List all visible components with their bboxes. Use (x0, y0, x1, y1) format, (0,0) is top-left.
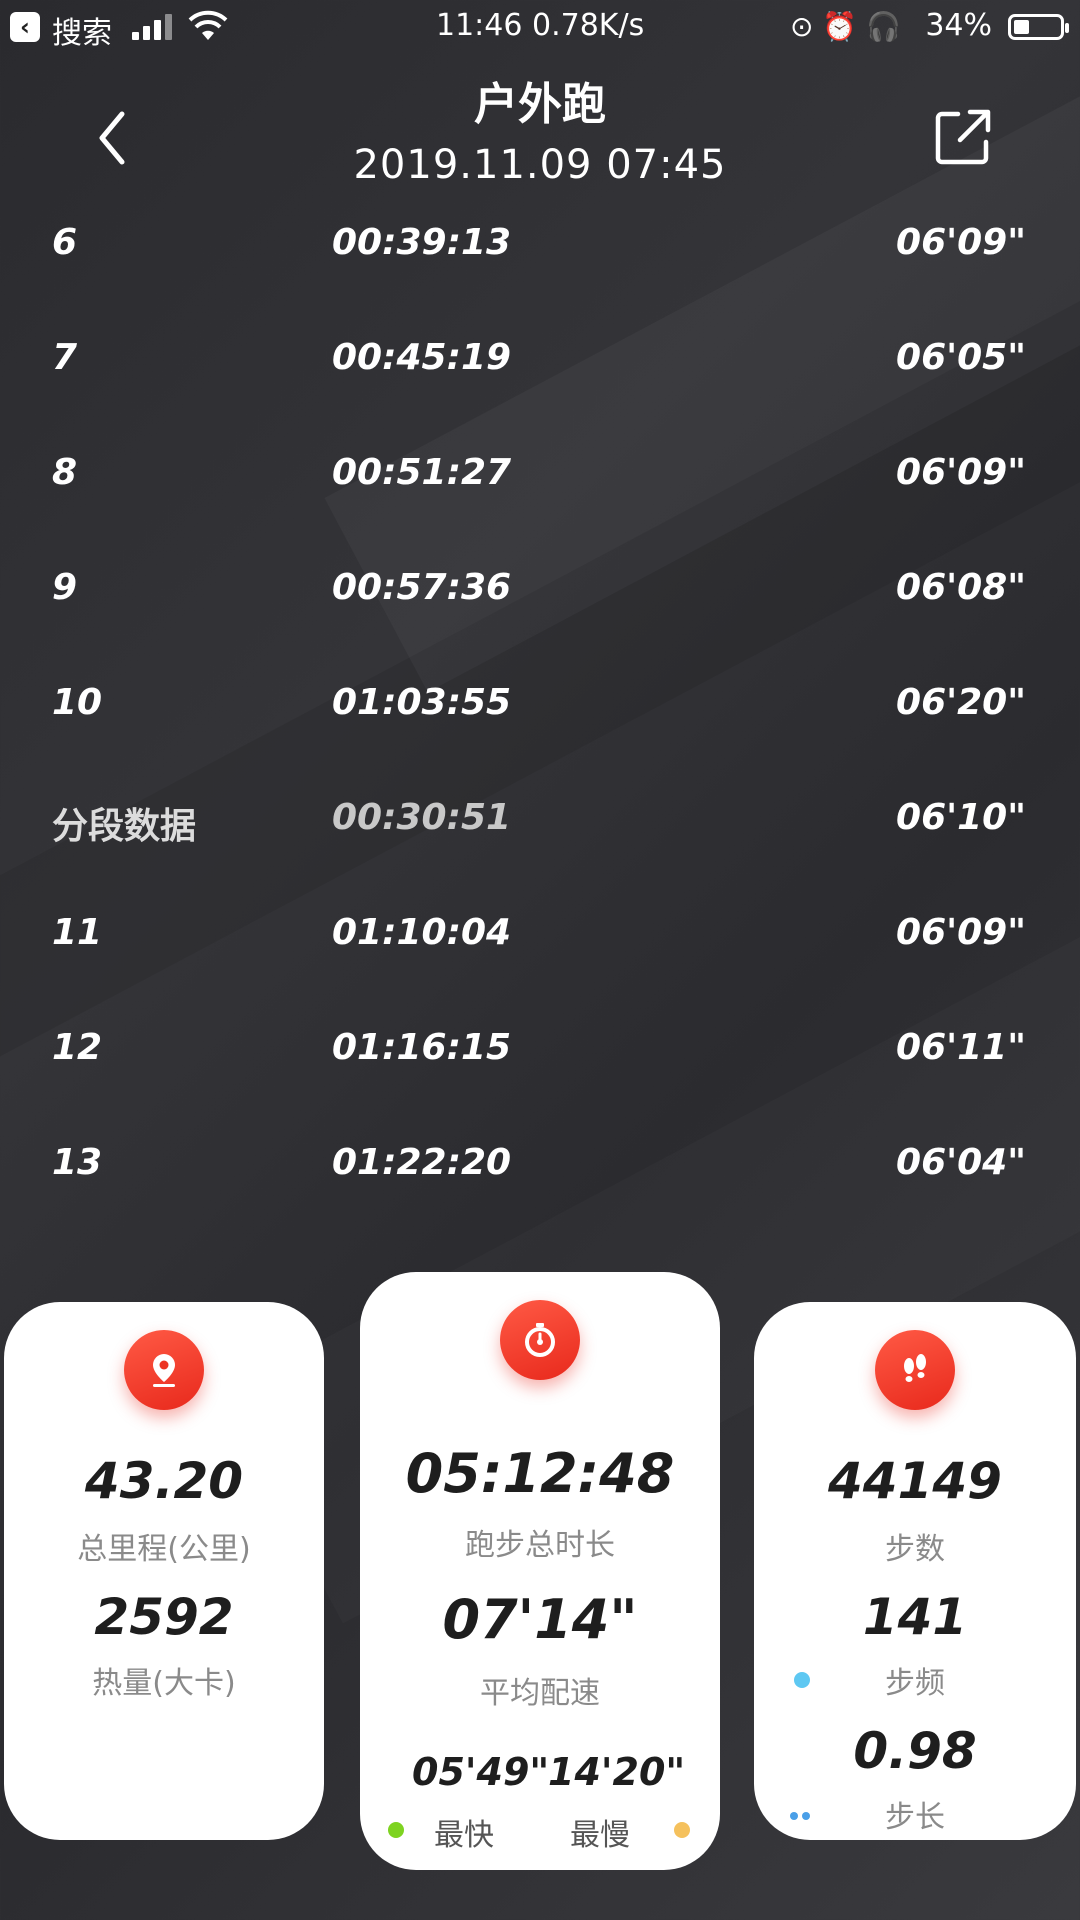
split-row: 6 00:39:13 06'09" (0, 200, 1080, 315)
calories-label: 热量(大卡) (92, 1666, 236, 1701)
split-time: 01:16:15 (332, 1027, 512, 1068)
location-pin-icon (124, 1330, 204, 1410)
average-pace-value: 07'14" (442, 1588, 638, 1651)
headphones-icon: 🎧 (866, 10, 902, 43)
cellular-signal-icon (132, 14, 176, 40)
distance-card[interactable]: 43.20 总里程(公里) 2592 热量(大卡) (4, 1302, 324, 1840)
split-time: 00:39:13 (332, 222, 512, 263)
split-pace: 06'11" (896, 1027, 1026, 1068)
segment-label: 分段数据 (52, 806, 197, 847)
split-row: 10 01:03:55 06'20" (0, 660, 1080, 775)
step-count-label: 步数 (885, 1532, 945, 1567)
split-pace: 06'09" (896, 452, 1026, 493)
total-distance-value: 43.20 (84, 1452, 244, 1510)
split-km: 6 (52, 222, 78, 263)
status-icons: ⊙ ⏰ 🎧 (790, 10, 901, 43)
segment-summary-row: 分段数据 00:30:51 06'10" (0, 775, 1080, 890)
rotation-lock-icon: ⊙ (790, 10, 814, 43)
footprints-icon (875, 1330, 955, 1410)
split-row: 7 00:45:19 06'05" (0, 315, 1080, 430)
split-km: 13 (52, 1142, 103, 1183)
step-count-value: 44149 (828, 1452, 1002, 1510)
split-pace: 06'20" (896, 682, 1026, 723)
back-to-app-icon[interactable]: ‹ (10, 12, 40, 42)
cadence-value: 141 (862, 1588, 968, 1646)
split-pace: 06'08" (896, 567, 1026, 608)
splits-table: 6 00:39:13 06'09" 7 00:45:19 06'05" 8 00… (0, 200, 1080, 1235)
split-row: 8 00:51:27 06'09" (0, 430, 1080, 545)
split-time: 01:10:04 (332, 912, 512, 953)
steps-card[interactable]: 44149 步数 141 步频 0.98 步长 (754, 1302, 1076, 1840)
stride-label: 步长 (885, 1800, 945, 1835)
split-time: 00:30:51 (332, 797, 512, 838)
split-time: 00:45:19 (332, 337, 512, 378)
battery-percent: 34% (925, 8, 992, 43)
stopwatch-icon (500, 1300, 580, 1380)
fastest-pace-value: 05'49" (412, 1750, 550, 1794)
battery-level (1014, 20, 1029, 34)
split-row: 9 00:57:36 06'08" (0, 545, 1080, 660)
calories-value: 2592 (94, 1588, 234, 1646)
split-row: 11 01:10:04 06'09" (0, 890, 1080, 1005)
split-pace: 06'10" (896, 797, 1026, 838)
status-bar: ‹ 搜索 11:46 0.78K/s ⊙ ⏰ 🎧 34% (0, 0, 1080, 52)
status-time-speed: 11:46 0.78K/s (436, 8, 645, 43)
split-pace: 06'04" (896, 1142, 1026, 1183)
split-km: 11 (52, 912, 103, 953)
average-pace-label: 平均配速 (480, 1676, 600, 1711)
share-icon[interactable] (934, 108, 992, 166)
total-distance-label: 总里程(公里) (77, 1532, 251, 1567)
split-km: 7 (52, 337, 78, 378)
split-row: 12 01:16:15 06'11" (0, 1005, 1080, 1120)
wifi-icon (188, 10, 228, 40)
fastest-dot (388, 1822, 404, 1838)
split-row: 13 01:22:20 06'04" (0, 1120, 1080, 1235)
stride-value: 0.98 (853, 1722, 977, 1780)
split-time: 01:22:20 (332, 1142, 512, 1183)
split-km: 9 (52, 567, 78, 608)
back-app-label[interactable]: 搜索 (52, 8, 112, 52)
split-pace: 06'09" (896, 912, 1026, 953)
split-time: 00:57:36 (332, 567, 512, 608)
fastest-label: 最快 (434, 1818, 494, 1853)
split-km: 8 (52, 452, 78, 493)
slowest-dot (674, 1822, 690, 1838)
slowest-pace-value: 14'20" (548, 1750, 686, 1794)
total-duration-label: 跑步总时长 (465, 1528, 615, 1563)
battery-icon (1008, 14, 1069, 40)
cadence-label: 步频 (885, 1666, 945, 1701)
duration-card[interactable]: 05:12:48 跑步总时长 07'14" 平均配速 05'49" 14'20"… (360, 1272, 720, 1870)
split-km: 12 (52, 1027, 103, 1068)
alarm-icon: ⏰ (822, 10, 858, 43)
page-title: 户外跑 (474, 79, 606, 130)
split-km: 10 (52, 682, 103, 723)
split-time: 00:51:27 (332, 452, 512, 493)
split-time: 01:03:55 (332, 682, 512, 723)
total-duration-value: 05:12:48 (405, 1442, 675, 1505)
slowest-label: 最慢 (570, 1818, 630, 1853)
split-pace: 06'05" (896, 337, 1026, 378)
split-pace: 06'09" (896, 222, 1026, 263)
run-datetime: 2019.11.09 07:45 (353, 142, 727, 188)
